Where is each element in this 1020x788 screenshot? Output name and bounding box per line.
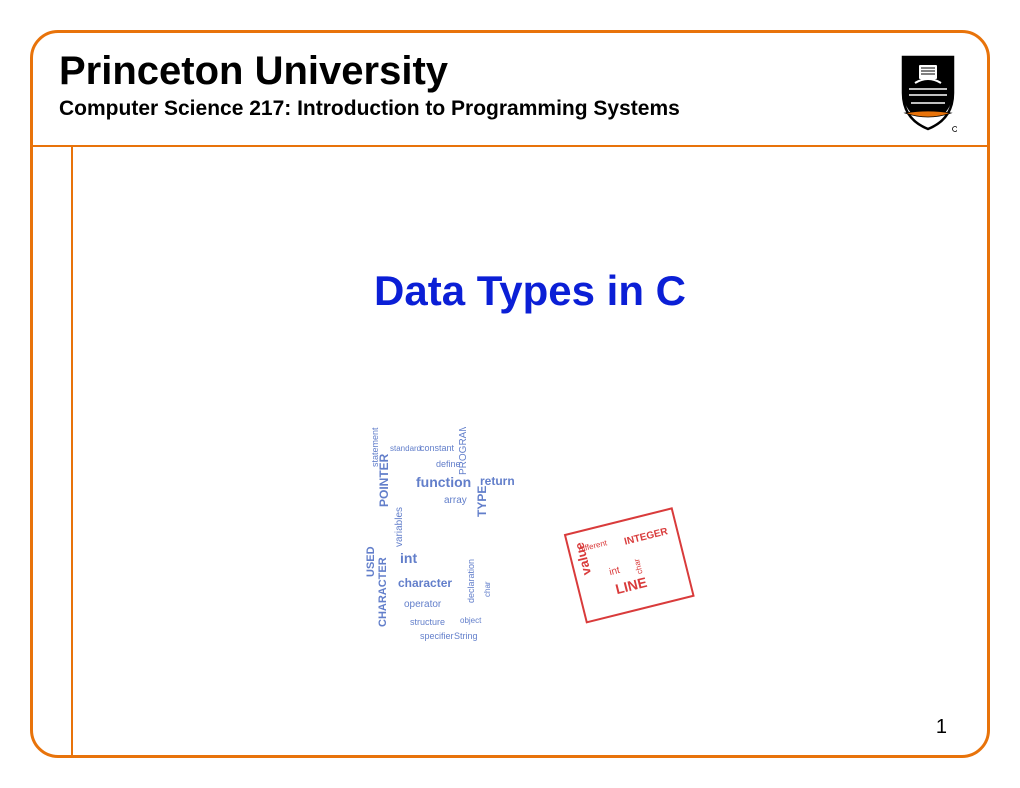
wordcloud-graphic: statement POINTER variables function sta…: [360, 427, 700, 667]
svg-text:specifier: specifier: [420, 631, 454, 641]
svg-text:variables: variables: [394, 507, 405, 547]
institution-name: Princeton University: [59, 49, 961, 93]
slide-title: Data Types in C: [73, 267, 987, 315]
svg-text:character: character: [398, 576, 452, 590]
svg-text:POINTER: POINTER: [377, 453, 391, 507]
svg-text:char: char: [483, 581, 492, 597]
slide-content: Data Types in C statement POINTER variab…: [73, 147, 987, 755]
svg-text:String: String: [454, 631, 478, 641]
svg-text:array: array: [444, 495, 467, 506]
svg-text:declaration: declaration: [466, 559, 476, 603]
svg-text:function: function: [416, 474, 471, 490]
svg-text:TYPE: TYPE: [475, 486, 489, 517]
header-block: Princeton University Computer Science 21…: [33, 33, 987, 147]
princeton-shield-icon: [899, 53, 957, 133]
svg-text:structure: structure: [410, 617, 445, 627]
svg-text:standard: standard: [390, 444, 421, 453]
page-number: 1: [936, 716, 947, 739]
svg-text:constant: constant: [420, 443, 455, 453]
slide-frame: Princeton University Computer Science 21…: [30, 30, 990, 758]
svg-text:define: define: [436, 459, 461, 469]
svg-text:CHARACTER: CHARACTER: [377, 557, 389, 627]
svg-text:PROGRAM: PROGRAM: [458, 427, 469, 475]
svg-text:USED: USED: [365, 546, 377, 577]
svg-text:int: int: [400, 550, 417, 566]
svg-text:operator: operator: [404, 599, 442, 610]
course-title: Computer Science 217: Introduction to Pr…: [59, 97, 961, 121]
svg-text:object: object: [460, 616, 482, 625]
